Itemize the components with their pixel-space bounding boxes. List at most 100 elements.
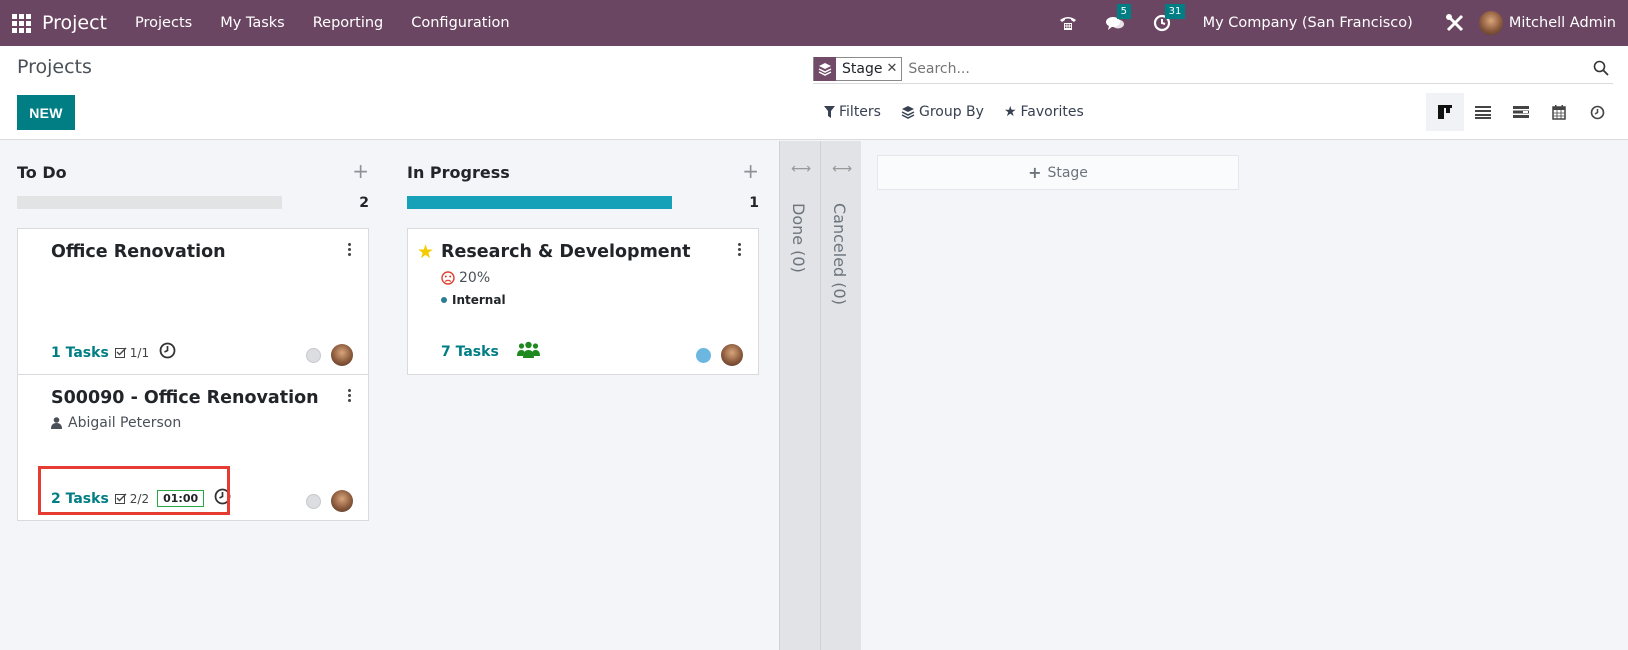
customer-name: Abigail Peterson xyxy=(68,415,182,431)
clock-icon xyxy=(1590,105,1604,119)
search-facet-stage: Stage ✕ xyxy=(813,56,903,81)
activities-icon[interactable]: 31 xyxy=(1153,4,1186,33)
status-indicator[interactable] xyxy=(306,493,321,509)
card-menu-icon[interactable] xyxy=(738,243,742,258)
calendar-icon xyxy=(1552,105,1566,120)
card-customer: Abigail Peterson xyxy=(51,415,181,431)
messages-badge: 5 xyxy=(1116,4,1131,19)
kanban-column-to-do: To Do + 2 Office Renovation 1 Tasks 1/1 xyxy=(17,141,369,521)
tasks-link[interactable]: 1 Tasks xyxy=(51,345,109,361)
highlight-annotation xyxy=(38,466,230,515)
kanban-icon xyxy=(1438,105,1452,119)
list-view-button[interactable] xyxy=(1464,93,1502,131)
rating-value: 20% xyxy=(459,270,491,286)
facet-value: Stage xyxy=(842,60,883,77)
checklist-value: 1/1 xyxy=(129,345,150,360)
unfold-icon: ⟷ xyxy=(791,161,812,177)
tools-icon[interactable] xyxy=(1445,13,1465,33)
apps-menu-icon[interactable] xyxy=(12,13,32,33)
tag-color-dot xyxy=(441,297,447,303)
search-input[interactable] xyxy=(908,60,1613,77)
plus-icon: + xyxy=(1028,163,1042,182)
assignee-avatar xyxy=(721,344,743,366)
card-right-footer xyxy=(306,490,353,512)
company-switcher[interactable]: My Company (San Francisco) xyxy=(1203,15,1413,31)
menu-reporting[interactable]: Reporting xyxy=(299,15,398,31)
favorite-star-icon[interactable]: ★ xyxy=(417,241,434,263)
favorites-button[interactable]: ★ Favorites xyxy=(1004,104,1084,120)
kanban-view-button[interactable] xyxy=(1426,93,1464,131)
activity-clock-icon[interactable] xyxy=(159,342,176,363)
card-footer: 1 Tasks 1/1 xyxy=(51,342,176,363)
menu-my-tasks[interactable]: My Tasks xyxy=(206,15,299,31)
gantt-view-button[interactable] xyxy=(1502,93,1540,131)
kanban-column-in-progress: In Progress + 1 ★ Research & Development… xyxy=(407,141,759,375)
status-indicator[interactable] xyxy=(306,347,321,363)
card-title: S00090 - Office Renovation xyxy=(51,388,319,408)
app-name[interactable]: Project xyxy=(42,12,107,34)
quick-create-icon[interactable]: + xyxy=(352,159,369,183)
page-title: Projects xyxy=(17,56,92,78)
filters-label: Filters xyxy=(839,104,881,120)
followers-icon[interactable] xyxy=(516,341,540,363)
folded-column-canceled[interactable]: ⟷ Canceled (0) xyxy=(820,141,861,650)
card-menu-icon[interactable] xyxy=(348,243,352,258)
column-header: To Do + 2 xyxy=(17,141,369,211)
messages-icon[interactable]: 5 xyxy=(1105,4,1131,33)
status-indicator[interactable] xyxy=(696,347,711,363)
card-rating: 20% xyxy=(441,270,490,286)
group-by-button[interactable]: Group By xyxy=(901,104,984,120)
unfold-icon: ⟷ xyxy=(832,161,853,177)
user-avatar xyxy=(1478,11,1503,35)
assignee-avatar xyxy=(331,490,353,512)
favorites-label: Favorites xyxy=(1020,104,1084,120)
calendar-view-button[interactable] xyxy=(1540,93,1578,131)
user-icon xyxy=(51,417,62,429)
card-tag: Internal xyxy=(441,293,506,307)
card-menu-icon[interactable] xyxy=(348,389,352,404)
new-button[interactable]: NEW xyxy=(17,95,75,130)
card-title: Office Renovation xyxy=(51,242,226,262)
user-name: Mitchell Admin xyxy=(1508,15,1616,31)
column-header: In Progress + 1 xyxy=(407,141,759,211)
user-menu[interactable]: Mitchell Admin xyxy=(1478,11,1616,35)
activity-view-button[interactable] xyxy=(1578,93,1616,131)
progress-fill xyxy=(407,196,672,209)
folded-column-title: Canceled (0) xyxy=(830,203,849,305)
search-bar: Stage ✕ xyxy=(813,54,1613,84)
add-stage-label: Stage xyxy=(1047,164,1088,181)
tasks-link[interactable]: 7 Tasks xyxy=(441,344,499,360)
menu-configuration[interactable]: Configuration xyxy=(397,15,523,31)
top-navbar: Project Projects My Tasks Reporting Conf… xyxy=(0,0,1628,46)
project-card[interactable]: ★ Research & Development 20% Internal 7 … xyxy=(407,228,759,375)
kanban-board: To Do + 2 Office Renovation 1 Tasks 1/1 xyxy=(0,141,1628,650)
gantt-icon xyxy=(1513,106,1529,118)
project-card[interactable]: Office Renovation 1 Tasks 1/1 xyxy=(17,228,369,375)
card-right-footer xyxy=(306,344,353,366)
star-icon: ★ xyxy=(1003,104,1017,120)
search-icon[interactable] xyxy=(1593,60,1609,80)
column-title[interactable]: To Do xyxy=(17,163,67,182)
activities-badge: 31 xyxy=(1164,4,1186,19)
folded-column-done[interactable]: ⟷ Done (0) xyxy=(779,141,820,650)
assignee-avatar xyxy=(331,344,353,366)
facet-remove-icon[interactable]: ✕ xyxy=(886,61,901,76)
folded-column-title: Done (0) xyxy=(789,203,808,273)
group-by-icon xyxy=(814,56,836,81)
quick-create-icon[interactable]: + xyxy=(742,159,759,183)
card-footer: 7 Tasks xyxy=(441,341,540,363)
checkbox-icon xyxy=(114,347,127,358)
menu-projects[interactable]: Projects xyxy=(121,15,206,31)
phone-icon[interactable] xyxy=(1059,13,1077,33)
layers-icon xyxy=(901,106,915,119)
column-progress-bar[interactable] xyxy=(17,196,282,209)
column-title[interactable]: In Progress xyxy=(407,163,510,182)
sad-face-icon xyxy=(441,271,455,285)
tag-label: Internal xyxy=(452,293,506,307)
column-progress-bar[interactable] xyxy=(407,196,672,209)
list-icon xyxy=(1475,106,1491,119)
filters-button[interactable]: Filters xyxy=(824,104,881,120)
add-stage-button[interactable]: + Stage xyxy=(877,155,1239,190)
column-count: 2 xyxy=(359,195,369,211)
card-title: Research & Development xyxy=(441,242,691,262)
